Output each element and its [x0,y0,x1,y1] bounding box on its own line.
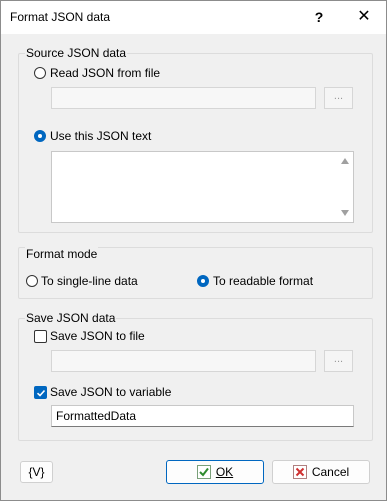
save-file-path-input[interactable] [51,350,316,372]
cancel-label: Cancel [311,465,350,479]
save-browse-button[interactable]: ... [324,350,353,372]
source-json-legend: Source JSON data [25,46,128,60]
save-to-file-label[interactable]: Save JSON to file [50,329,145,343]
readable-format-label[interactable]: To readable format [213,274,313,288]
dialog-title: Format JSON data [10,10,111,24]
use-json-text-radio[interactable] [34,130,46,142]
title-bar: Format JSON data ? ✕ [1,1,386,34]
use-json-text-label[interactable]: Use this JSON text [50,129,151,143]
scroll-down-arrow-icon[interactable] [341,210,349,216]
save-to-variable-label[interactable]: Save JSON to variable [50,385,171,399]
ok-label: OK [215,465,234,479]
read-json-from-file-radio[interactable] [34,67,46,79]
single-line-radio[interactable] [26,275,38,287]
read-json-from-file-label[interactable]: Read JSON from file [50,66,160,80]
variable-name-input[interactable] [51,405,354,427]
ok-check-icon [196,465,211,479]
json-text-area[interactable] [51,151,354,223]
variables-button[interactable]: {V} [20,461,53,483]
help-button[interactable]: ? [307,7,331,27]
cancel-x-icon [292,465,307,479]
source-file-path-input[interactable] [51,87,316,109]
json-text-scrollbar[interactable] [337,152,353,222]
save-json-legend: Save JSON data [25,311,117,325]
save-to-file-checkbox[interactable] [34,330,47,343]
close-button[interactable]: ✕ [352,7,376,27]
cancel-button[interactable]: Cancel [272,460,370,484]
ok-button[interactable]: OK [166,460,264,484]
scroll-up-arrow-icon[interactable] [341,158,349,164]
save-to-variable-checkbox[interactable] [34,386,47,399]
checkmark-icon [36,389,46,397]
variables-button-label: {V} [28,465,45,479]
single-line-label[interactable]: To single-line data [41,274,138,288]
format-json-dialog: Format JSON data ? ✕ Source JSON data Re… [0,0,387,501]
source-browse-button[interactable]: ... [324,87,353,109]
readable-format-radio[interactable] [197,275,209,287]
format-mode-legend: Format mode [25,247,99,261]
